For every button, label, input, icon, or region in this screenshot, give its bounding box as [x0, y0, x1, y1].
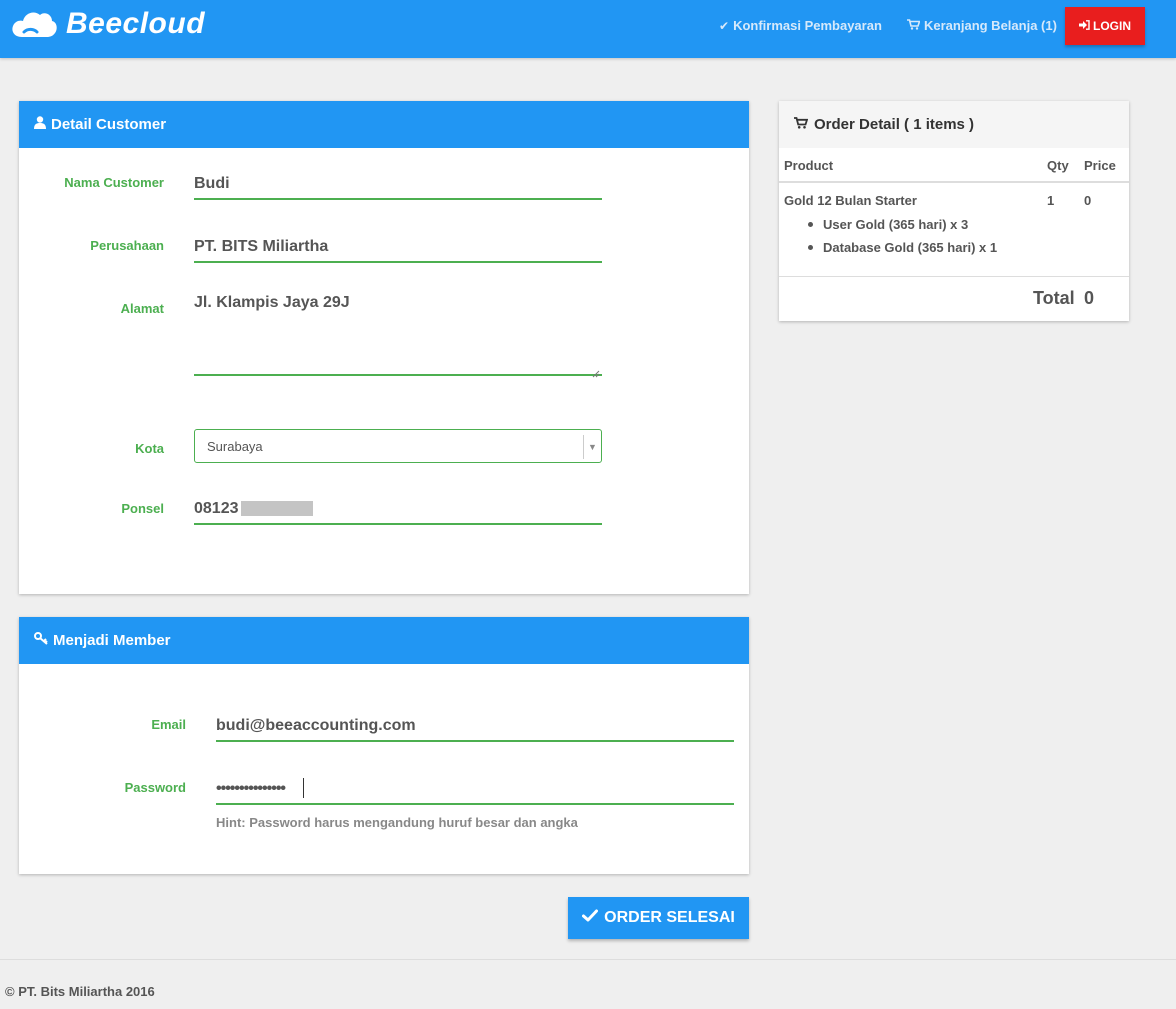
detail-customer-header: Detail Customer	[19, 101, 749, 148]
detail-customer-panel: Detail Customer Nama Customer Perusahaan…	[19, 101, 749, 594]
email-label: Email	[151, 717, 186, 732]
menjadi-member-panel: Menjadi Member Email Password Hint: Pass…	[19, 617, 749, 874]
subitem-database-gold: Database Gold (365 hari) x 1	[823, 240, 998, 255]
menjadi-member-header: Menjadi Member	[19, 617, 749, 664]
subitem-user-gold: User Gold (365 hari) x 3	[823, 217, 969, 232]
user-icon	[34, 116, 46, 133]
order-selesai-label: ORDER SELESAI	[604, 909, 735, 926]
nav-keranjang-label: Keranjang Belanja (1)	[924, 18, 1057, 33]
login-button[interactable]: LOGIN	[1065, 7, 1145, 45]
password-label: Password	[124, 780, 186, 795]
check-icon	[582, 909, 599, 927]
cart-icon	[907, 18, 921, 33]
check-icon: ✔	[719, 18, 730, 33]
navbar: Beecloud ✔ Konfirmasi Pembayaran Keranja…	[0, 0, 1176, 58]
column-header-price: Price	[1084, 158, 1116, 173]
sign-in-icon	[1079, 19, 1090, 33]
kota-selected-value: Surabaya	[207, 438, 263, 454]
perusahaan-label: Perusahaan	[90, 238, 164, 253]
password-input[interactable]	[216, 774, 734, 805]
email-input[interactable]	[216, 711, 734, 742]
order-detail-title: Order Detail ( 1 items )	[814, 116, 975, 133]
chevron-down-icon: ▼	[583, 435, 601, 459]
nav-konfirmasi-label: Konfirmasi Pembayaran	[733, 18, 882, 33]
ponsel-label: Ponsel	[121, 501, 164, 516]
key-icon	[34, 632, 48, 649]
total-value: 0	[1084, 288, 1095, 308]
text-caret	[303, 778, 304, 798]
nama-customer-input[interactable]	[194, 170, 602, 200]
cloud-icon	[10, 7, 58, 41]
total-divider	[779, 276, 1129, 277]
kota-label: Kota	[135, 441, 164, 456]
detail-customer-title: Detail Customer	[51, 116, 167, 133]
order-selesai-button[interactable]: ORDER SELESAI	[568, 897, 749, 939]
ponsel-redacted	[241, 501, 313, 516]
product-name: Gold 12 Bulan Starter	[784, 193, 917, 208]
password-hint: Hint: Password harus mengandung huruf be…	[216, 815, 578, 830]
footer-divider	[0, 959, 1176, 960]
resize-grip-icon[interactable]	[592, 365, 600, 378]
nav-konfirmasi-pembayaran[interactable]: ✔ Konfirmasi Pembayaran	[719, 18, 882, 33]
order-detail-header: Order Detail ( 1 items )	[779, 101, 1129, 148]
list-bullet	[808, 222, 813, 227]
product-qty: 1	[1047, 193, 1055, 208]
order-detail-panel: Order Detail ( 1 items ) Product Qty Pri…	[779, 101, 1129, 321]
cart-icon	[794, 116, 809, 133]
column-header-qty: Qty	[1047, 158, 1069, 173]
perusahaan-input[interactable]	[194, 233, 602, 263]
menjadi-member-title: Menjadi Member	[53, 632, 171, 649]
footer-copyright: © PT. Bits Miliartha 2016	[5, 984, 155, 999]
total-label: Total	[1033, 288, 1075, 308]
column-header-product: Product	[784, 158, 834, 173]
alamat-textarea[interactable]: Jl. Klampis Jaya 29J	[194, 294, 602, 376]
brand-name: Beecloud	[66, 7, 206, 40]
login-label: LOGIN	[1093, 19, 1131, 33]
alamat-label: Alamat	[120, 301, 164, 316]
nav-keranjang-belanja[interactable]: Keranjang Belanja (1)	[907, 18, 1057, 33]
list-bullet	[808, 245, 813, 250]
nama-customer-label: Nama Customer	[64, 175, 164, 190]
product-price: 0	[1084, 193, 1092, 208]
brand[interactable]: Beecloud	[10, 6, 205, 42]
kota-select[interactable]: Surabaya ▼	[194, 429, 602, 463]
table-header-divider	[779, 181, 1129, 183]
